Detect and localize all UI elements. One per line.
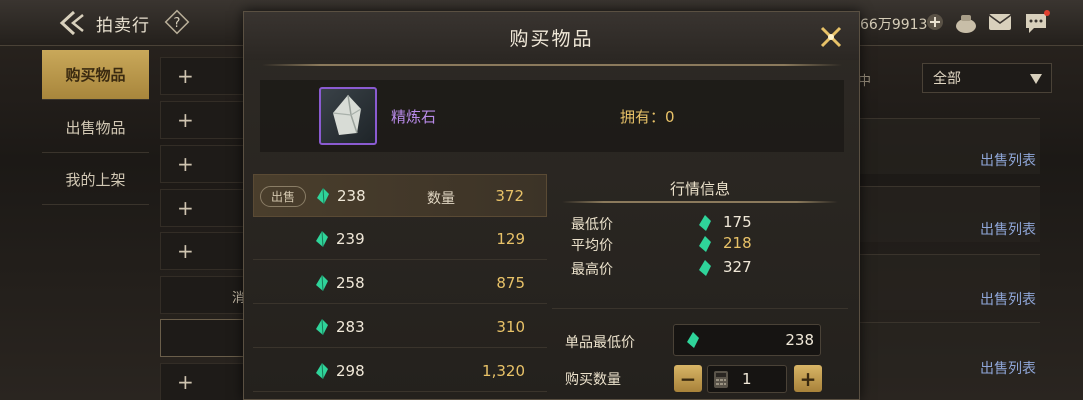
category-expand-button[interactable]: + [160, 189, 246, 227]
listing-row[interactable]: 298 1,320 [253, 349, 547, 392]
dialog-title: 购买物品 [509, 28, 594, 50]
tab-buy-items[interactable]: 购买物品 [42, 50, 149, 100]
listing-quantity: 875 [496, 274, 525, 292]
gem-icon [699, 260, 711, 276]
listing-row[interactable]: 出售 238 数量 372 [253, 174, 547, 217]
gem-icon [316, 274, 328, 292]
listing-row[interactable]: 258 875 [253, 261, 547, 304]
market-info-divider [562, 201, 838, 203]
refining-stone-item-icon [319, 87, 377, 145]
decrease-quantity-button[interactable]: − [674, 365, 702, 392]
avg-price-value: 218 [723, 234, 752, 252]
gem-icon [316, 230, 328, 248]
close-icon[interactable] [816, 22, 846, 52]
back-arrow-icon[interactable] [56, 9, 86, 37]
unit-min-price-label: 单品最低价 [565, 335, 635, 351]
listing-quantity: 372 [495, 187, 524, 205]
header-divider [262, 64, 842, 66]
gem-icon [699, 215, 711, 231]
tab-sell-items[interactable]: 出售物品 [42, 103, 149, 153]
gem-icon [316, 318, 328, 336]
listing-row[interactable]: 283 310 [253, 305, 547, 348]
category-expand-button[interactable]: + [160, 145, 246, 183]
item-name: 精炼石 [391, 108, 437, 126]
mail-icon[interactable] [988, 13, 1012, 31]
sell-list-link[interactable]: 出售列表 [980, 358, 1036, 378]
min-price-label: 最低价 [571, 217, 613, 233]
page-title: 拍卖行 [96, 16, 150, 36]
max-price-label: 最高价 [571, 262, 613, 278]
quantity-input[interactable]: 1 [707, 365, 787, 393]
sell-list-link[interactable]: 出售列表 [980, 219, 1036, 239]
gem-icon [316, 362, 328, 380]
avg-price-label: 平均价 [571, 238, 613, 254]
listing-quantity: 1,320 [482, 362, 525, 380]
gem-icon [687, 332, 699, 348]
filter-dropdown[interactable]: 全部 [922, 63, 1052, 93]
listing-price: 258 [336, 274, 365, 292]
gem-icon [699, 236, 711, 252]
increase-quantity-button[interactable]: + [794, 365, 822, 392]
gem-icon [317, 187, 329, 205]
market-info-title: 行情信息 [669, 180, 730, 198]
owned-count: 拥有：0 [620, 108, 675, 126]
category-expand-button[interactable]: + [160, 57, 246, 95]
svg-text:?: ? [174, 16, 181, 31]
sell-list-link[interactable]: 出售列表 [980, 150, 1036, 170]
purchase-dialog: 购买物品 精炼石 拥有：0 出售 238 数量 372 239 129 258 … [243, 11, 860, 400]
listing-price: 238 [337, 187, 366, 205]
listing-price: 283 [336, 318, 365, 336]
bag-icon[interactable] [954, 11, 978, 35]
quantity-value: 1 [742, 370, 752, 388]
buy-quantity-label: 购买数量 [565, 372, 621, 388]
tab-my-listings[interactable]: 我的上架 [42, 155, 149, 205]
listing-price: 298 [336, 362, 365, 380]
dropdown-arrow-icon [1030, 74, 1042, 84]
section-divider [552, 308, 848, 309]
listing-quantity: 129 [496, 230, 525, 248]
unit-min-price-field: 238 [673, 324, 821, 356]
filter-selected-value: 全部 [933, 71, 961, 87]
calculator-icon[interactable] [713, 370, 729, 389]
listing-price: 239 [336, 230, 365, 248]
add-currency-icon[interactable] [926, 13, 944, 31]
unit-min-price-value: 238 [785, 331, 814, 349]
quantity-label: 数量 [427, 191, 455, 207]
crystal-icon [332, 94, 362, 135]
min-price-value: 175 [723, 213, 752, 231]
category-expand-button[interactable]: + [160, 363, 246, 400]
category-item-selected[interactable] [160, 319, 246, 357]
listing-row[interactable]: 239 129 [253, 217, 547, 260]
currency-amount: 66万9913 [860, 17, 928, 33]
help-icon[interactable]: ? [164, 9, 190, 35]
category-expand-button[interactable]: + [160, 232, 246, 270]
sell-badge: 出售 [260, 186, 306, 207]
listing-quantity: 310 [496, 318, 525, 336]
category-expand-button[interactable]: + [160, 101, 246, 139]
max-price-value: 327 [723, 258, 752, 276]
sell-list-link[interactable]: 出售列表 [980, 289, 1036, 309]
chat-icon[interactable] [1024, 10, 1050, 36]
